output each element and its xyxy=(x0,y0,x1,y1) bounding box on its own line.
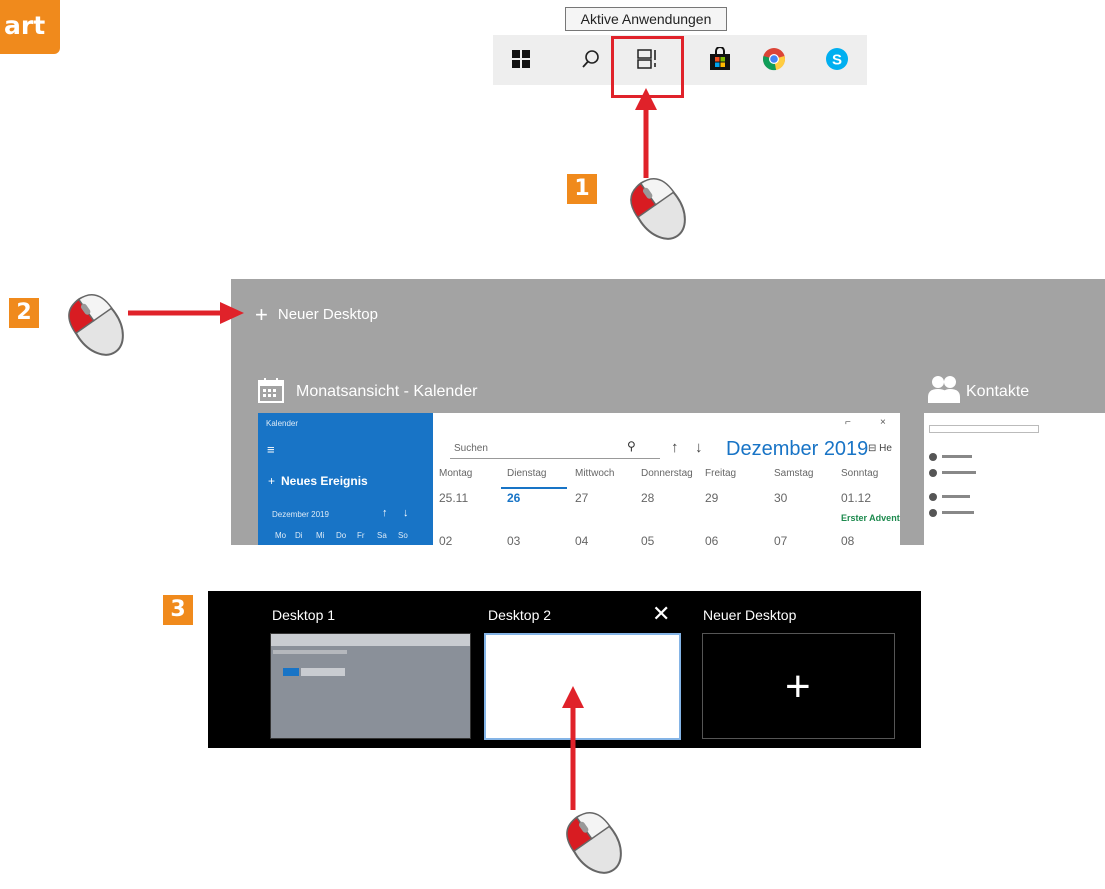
today-indicator xyxy=(501,487,567,489)
arrow-up-icon[interactable]: ↑ xyxy=(671,439,679,456)
store-icon[interactable] xyxy=(705,44,735,74)
mini-weekday: Mo xyxy=(275,531,287,540)
weekday-label: Montag xyxy=(439,468,473,479)
desktop-1-thumbnail[interactable] xyxy=(270,633,471,739)
search-icon[interactable] xyxy=(576,44,606,74)
plus-icon: + xyxy=(268,474,276,488)
date-cell[interactable]: 05 xyxy=(641,534,654,545)
date-cell[interactable]: 27 xyxy=(575,491,588,505)
desktop-1-label: Desktop 1 xyxy=(272,607,336,623)
plus-icon: + xyxy=(255,302,268,327)
date-cell[interactable]: 30 xyxy=(774,491,787,505)
week-row: 02 03 04 05 06 07 08 xyxy=(433,534,900,545)
calendar-app-icon xyxy=(258,378,284,403)
date-cell-today[interactable]: 26 xyxy=(507,491,520,505)
thumbnail-window xyxy=(283,668,299,676)
calendar-window[interactable]: Kalender ≡ + Neues Ereignis Dezember 2019… xyxy=(258,413,900,545)
svg-text:S: S xyxy=(832,52,842,69)
new-desktop-label: Neuer Desktop xyxy=(277,306,378,323)
contact-row-placeholder xyxy=(942,495,970,498)
desktop-2-label: Desktop 2 xyxy=(488,607,552,623)
weekday-label: Dienstag xyxy=(507,468,547,479)
corner-label: art xyxy=(0,0,60,54)
calendar-window-title: Monatsansicht - Kalender xyxy=(296,383,478,400)
weekday-label: Donnerstag xyxy=(641,468,693,479)
windows-start-icon[interactable] xyxy=(506,44,536,74)
mini-weekday: Di xyxy=(295,531,303,540)
mini-weekday: So xyxy=(398,531,408,540)
contacts-search-field[interactable] xyxy=(929,425,1039,433)
contacts-window[interactable] xyxy=(924,413,1105,545)
hamburger-menu-icon[interactable]: ≡ xyxy=(267,442,275,457)
new-event-label: Neues Ereignis xyxy=(281,474,368,488)
weekday-label: Freitag xyxy=(705,468,737,479)
mouse-icon xyxy=(630,177,686,240)
arrow-2 xyxy=(128,302,244,324)
calendar-main: ⌐ × Suchen ⚲ ↑ ↓ Dezember 2019 ⊟ He Mont… xyxy=(433,413,900,545)
date-cell[interactable]: 06 xyxy=(705,534,718,545)
contact-row-placeholder xyxy=(942,455,972,458)
chrome-icon[interactable] xyxy=(759,44,789,74)
avatar xyxy=(929,469,937,477)
date-cell[interactable]: 08 xyxy=(841,534,854,545)
arrow-3 xyxy=(562,686,584,810)
date-cell[interactable]: 28 xyxy=(641,491,654,505)
weekday-header: Montag Dienstag Mittwoch Donnerstag Frei… xyxy=(433,468,900,482)
mini-weekday: Sa xyxy=(377,531,387,540)
date-cell[interactable]: 29 xyxy=(705,491,718,505)
step-badge-1: 1 xyxy=(567,174,597,204)
date-cell[interactable]: 04 xyxy=(575,534,588,545)
new-desktop-label: Neuer Desktop xyxy=(703,607,797,623)
close-desktop-icon[interactable]: ✕ xyxy=(652,601,670,627)
calendar-app-label: Kalender xyxy=(266,419,299,428)
contact-row-placeholder xyxy=(942,511,974,514)
mini-month-label: Dezember 2019 xyxy=(272,510,329,519)
weekday-label: Sonntag xyxy=(841,468,879,479)
skype-icon[interactable]: S xyxy=(822,44,852,74)
calendar-sidebar: Kalender ≡ + Neues Ereignis Dezember 2019… xyxy=(258,413,433,545)
mouse-icon xyxy=(68,293,124,356)
weekday-label: Mittwoch xyxy=(575,468,615,479)
mini-weekday: Mi xyxy=(316,531,325,540)
step-badge-3: 3 xyxy=(163,595,193,625)
taskbar-tooltip: Aktive Anwendungen xyxy=(565,7,727,31)
date-cell[interactable]: 01.12 xyxy=(841,491,871,505)
mini-weekday: Do xyxy=(336,531,347,540)
week-row: 25.11 26 27 28 29 30 01.12 xyxy=(433,491,900,505)
calendar-event[interactable]: Erster Advent xyxy=(841,513,900,523)
today-button[interactable]: ⊟ He xyxy=(868,443,892,454)
date-cell[interactable]: 25.11 xyxy=(439,491,468,505)
arrow-down-icon[interactable]: ↓ xyxy=(403,507,409,519)
contacts-app-icon xyxy=(928,376,960,403)
thumbnail-bar xyxy=(273,650,347,654)
contact-row-placeholder xyxy=(942,471,976,474)
weekday-label: Samstag xyxy=(774,468,814,479)
mouse-icon xyxy=(566,811,622,874)
arrow-down-icon[interactable]: ↓ xyxy=(695,439,703,456)
thumbnail-titlebar xyxy=(271,634,470,646)
today-icon: ⊟ xyxy=(868,443,877,454)
step-badge-2: 2 xyxy=(9,298,39,328)
avatar xyxy=(929,509,937,517)
arrow-up-icon[interactable]: ↑ xyxy=(382,507,388,519)
today-label: He xyxy=(879,443,892,454)
contacts-window-title: Kontakte xyxy=(966,383,1030,400)
date-cell[interactable]: 02 xyxy=(439,534,452,545)
date-cell[interactable]: 07 xyxy=(774,534,787,545)
date-cell[interactable]: 03 xyxy=(507,534,520,545)
search-icon[interactable]: ⚲ xyxy=(627,439,636,453)
close-icon[interactable]: × xyxy=(880,417,886,428)
avatar xyxy=(929,493,937,501)
month-title: Dezember 2019 xyxy=(726,438,869,460)
mini-weekday: Fr xyxy=(357,531,365,540)
new-desktop-button[interactable]: + Neuer Desktop xyxy=(255,302,378,328)
thumbnail-window xyxy=(301,668,345,676)
new-event-button[interactable]: + Neues Ereignis xyxy=(268,474,368,488)
plus-icon: + xyxy=(785,662,811,711)
maximize-icon[interactable]: ⌐ xyxy=(845,417,851,428)
avatar xyxy=(929,453,937,461)
